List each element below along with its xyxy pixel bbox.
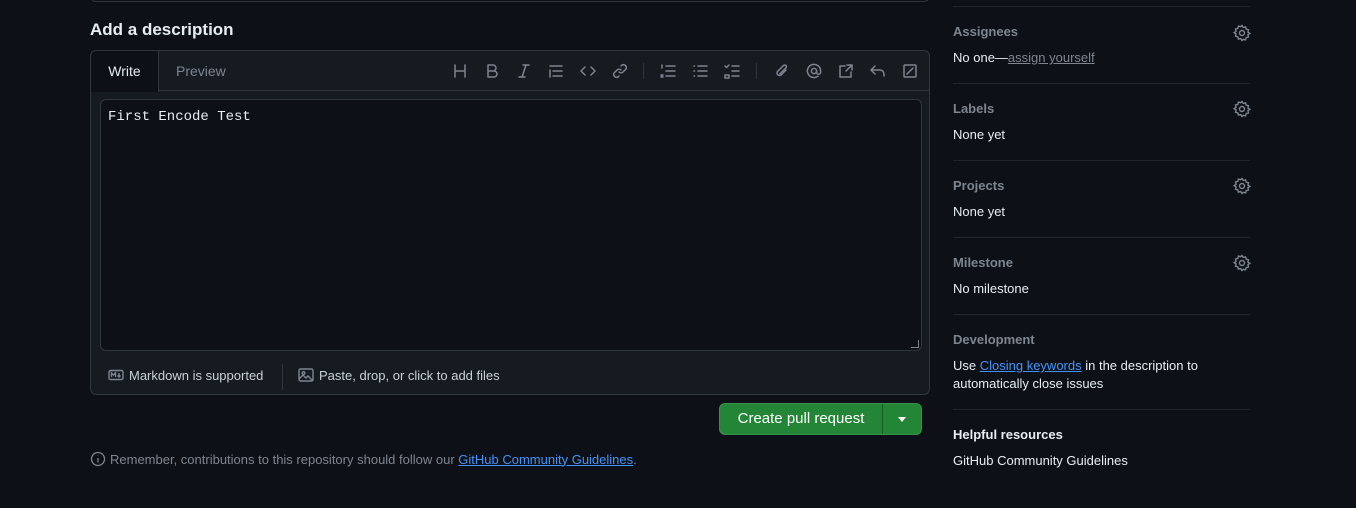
image-icon [298, 368, 314, 382]
sidebar-divider [953, 409, 1250, 410]
tab-write[interactable]: Write [91, 51, 159, 92]
create-pull-request-group: Create pull request [719, 403, 922, 435]
description-heading: Add a description [90, 20, 234, 39]
assignees-value: No one—assign yourself [953, 50, 1095, 65]
markdown-supported-link[interactable]: Markdown is supported [108, 367, 263, 383]
tab-preview[interactable]: Preview [176, 51, 226, 91]
notice-prefix: Remember, contributions to this reposito… [110, 451, 459, 467]
labels-title[interactable]: Labels [953, 101, 994, 116]
editor-footer: Markdown is supported Paste, drop, or cl… [91, 356, 929, 394]
footer-divider [282, 364, 283, 390]
unordered-list-icon[interactable] [690, 61, 710, 81]
sidebar-divider [953, 237, 1250, 238]
editor-tabbar: Write Preview [91, 51, 929, 92]
projects-value: None yet [953, 204, 1006, 219]
toolbar-divider [643, 63, 644, 79]
fullscreen-icon[interactable] [900, 61, 920, 81]
reference-icon[interactable] [836, 61, 856, 81]
projects-title[interactable]: Projects [953, 178, 1004, 193]
markdown-icon [108, 369, 124, 381]
gear-icon[interactable] [1232, 24, 1252, 42]
helpful-resources-title: Helpful resources [953, 427, 1063, 442]
community-guidelines-link[interactable]: GitHub Community Guidelines [458, 452, 633, 467]
info-icon [90, 451, 106, 467]
milestone-value: No milestone [953, 281, 1029, 296]
link-icon[interactable] [610, 61, 630, 81]
task-list-icon[interactable] [722, 61, 742, 81]
markdown-label: Markdown is supported [129, 367, 264, 383]
notice-suffix: . [633, 451, 637, 467]
resize-handle[interactable] [911, 340, 919, 348]
description-textarea[interactable]: First Encode Test [100, 99, 922, 351]
markdown-editor: Write Preview First Encode Test Markdown… [90, 50, 930, 395]
italic-icon[interactable] [514, 61, 534, 81]
heading-icon[interactable] [450, 61, 470, 81]
assignees-none: No one— [953, 50, 1008, 65]
milestone-title[interactable]: Milestone [953, 255, 1013, 270]
development-description: Use Closing keywords in the description … [953, 357, 1223, 393]
closing-keywords-link[interactable]: Closing keywords [980, 358, 1082, 373]
guidelines-notice: Remember, contributions to this reposito… [90, 451, 637, 467]
gear-icon[interactable] [1232, 254, 1252, 272]
community-guidelines-sidebar-link[interactable]: GitHub Community Guidelines [953, 453, 1128, 468]
attach-label: Paste, drop, or click to add files [319, 367, 500, 383]
quote-icon[interactable] [546, 61, 566, 81]
gear-icon[interactable] [1232, 100, 1252, 118]
mention-icon[interactable] [804, 61, 824, 81]
sidebar-divider [953, 314, 1250, 315]
ordered-list-icon[interactable] [658, 61, 678, 81]
labels-value: None yet [953, 127, 1006, 142]
attach-icon[interactable] [772, 61, 792, 81]
assignees-title[interactable]: Assignees [953, 24, 1018, 39]
assign-yourself-link[interactable]: assign yourself [1008, 50, 1095, 65]
sidebar-divider [953, 6, 1250, 7]
create-options-dropdown[interactable] [883, 404, 921, 434]
sidebar-divider [953, 160, 1250, 161]
caret-down-icon [898, 416, 906, 422]
sidebar-divider [953, 83, 1250, 84]
bold-icon[interactable] [482, 61, 502, 81]
toolbar-divider [756, 63, 757, 79]
development-title: Development [953, 332, 1035, 347]
previous-section-border [90, 0, 930, 2]
create-pull-request-button[interactable]: Create pull request [720, 404, 882, 434]
attach-files-button[interactable]: Paste, drop, or click to add files [298, 367, 500, 383]
code-icon[interactable] [578, 61, 598, 81]
development-prefix: Use [953, 358, 980, 373]
undo-icon[interactable] [868, 61, 888, 81]
gear-icon[interactable] [1232, 177, 1252, 195]
